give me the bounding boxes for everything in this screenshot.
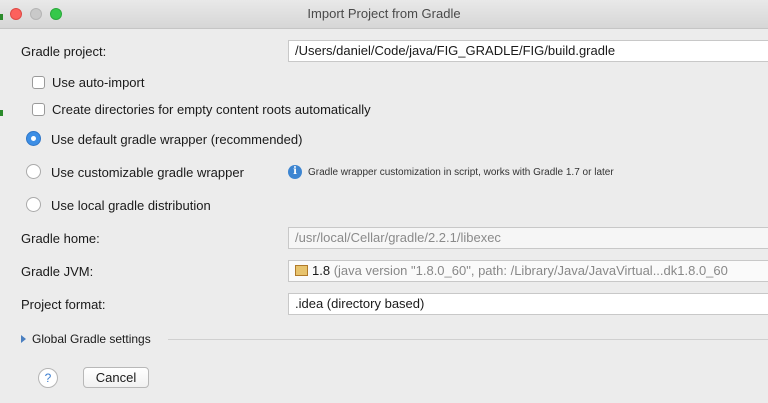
create-directories-label[interactable]: Create directories for empty content roo… bbox=[52, 102, 371, 117]
help-button[interactable]: ? bbox=[38, 368, 58, 388]
folder-icon bbox=[295, 265, 308, 276]
gradle-jvm-select[interactable]: 1.8 (java version "1.8.0_60", path: /Lib… bbox=[288, 260, 768, 282]
disclosure-triangle-icon[interactable] bbox=[21, 335, 26, 343]
wrapper-hint: Gradle wrapper customization in script, … bbox=[308, 167, 614, 178]
auto-import-checkbox[interactable] bbox=[32, 76, 45, 89]
gradle-home-field: /usr/local/Cellar/gradle/2.2.1/libexec bbox=[288, 227, 768, 249]
gradle-project-label: Gradle project: bbox=[21, 44, 107, 59]
customizable-wrapper-label[interactable]: Use customizable gradle wrapper bbox=[51, 165, 244, 180]
gradle-jvm-label: Gradle JVM: bbox=[21, 264, 94, 279]
cancel-button[interactable]: Cancel bbox=[83, 367, 149, 388]
project-format-select[interactable]: .idea (directory based) bbox=[288, 293, 768, 315]
background-edge-mark bbox=[0, 110, 3, 116]
default-wrapper-radio[interactable] bbox=[26, 131, 41, 146]
title-bar: Import Project from Gradle bbox=[0, 0, 768, 29]
auto-import-label[interactable]: Use auto-import bbox=[52, 75, 144, 90]
project-format-label: Project format: bbox=[21, 297, 106, 312]
divider bbox=[168, 339, 768, 340]
default-wrapper-label[interactable]: Use default gradle wrapper (recommended) bbox=[51, 132, 302, 147]
create-directories-checkbox[interactable] bbox=[32, 103, 45, 116]
info-icon: i bbox=[288, 165, 302, 179]
local-distribution-radio[interactable] bbox=[26, 197, 41, 212]
window-title: Import Project from Gradle bbox=[307, 6, 461, 21]
jvm-detail: (java version "1.8.0_60", path: /Library… bbox=[333, 263, 728, 278]
local-distribution-label[interactable]: Use local gradle distribution bbox=[51, 198, 211, 213]
gradle-project-field[interactable]: /Users/daniel/Code/java/FIG_GRADLE/FIG/b… bbox=[288, 40, 768, 62]
jvm-version: 1.8 bbox=[312, 263, 331, 278]
customizable-wrapper-radio[interactable] bbox=[26, 164, 41, 179]
gradle-home-label: Gradle home: bbox=[21, 231, 100, 246]
global-gradle-settings-toggle[interactable]: Global Gradle settings bbox=[32, 332, 151, 346]
background-edge-mark bbox=[0, 14, 3, 20]
